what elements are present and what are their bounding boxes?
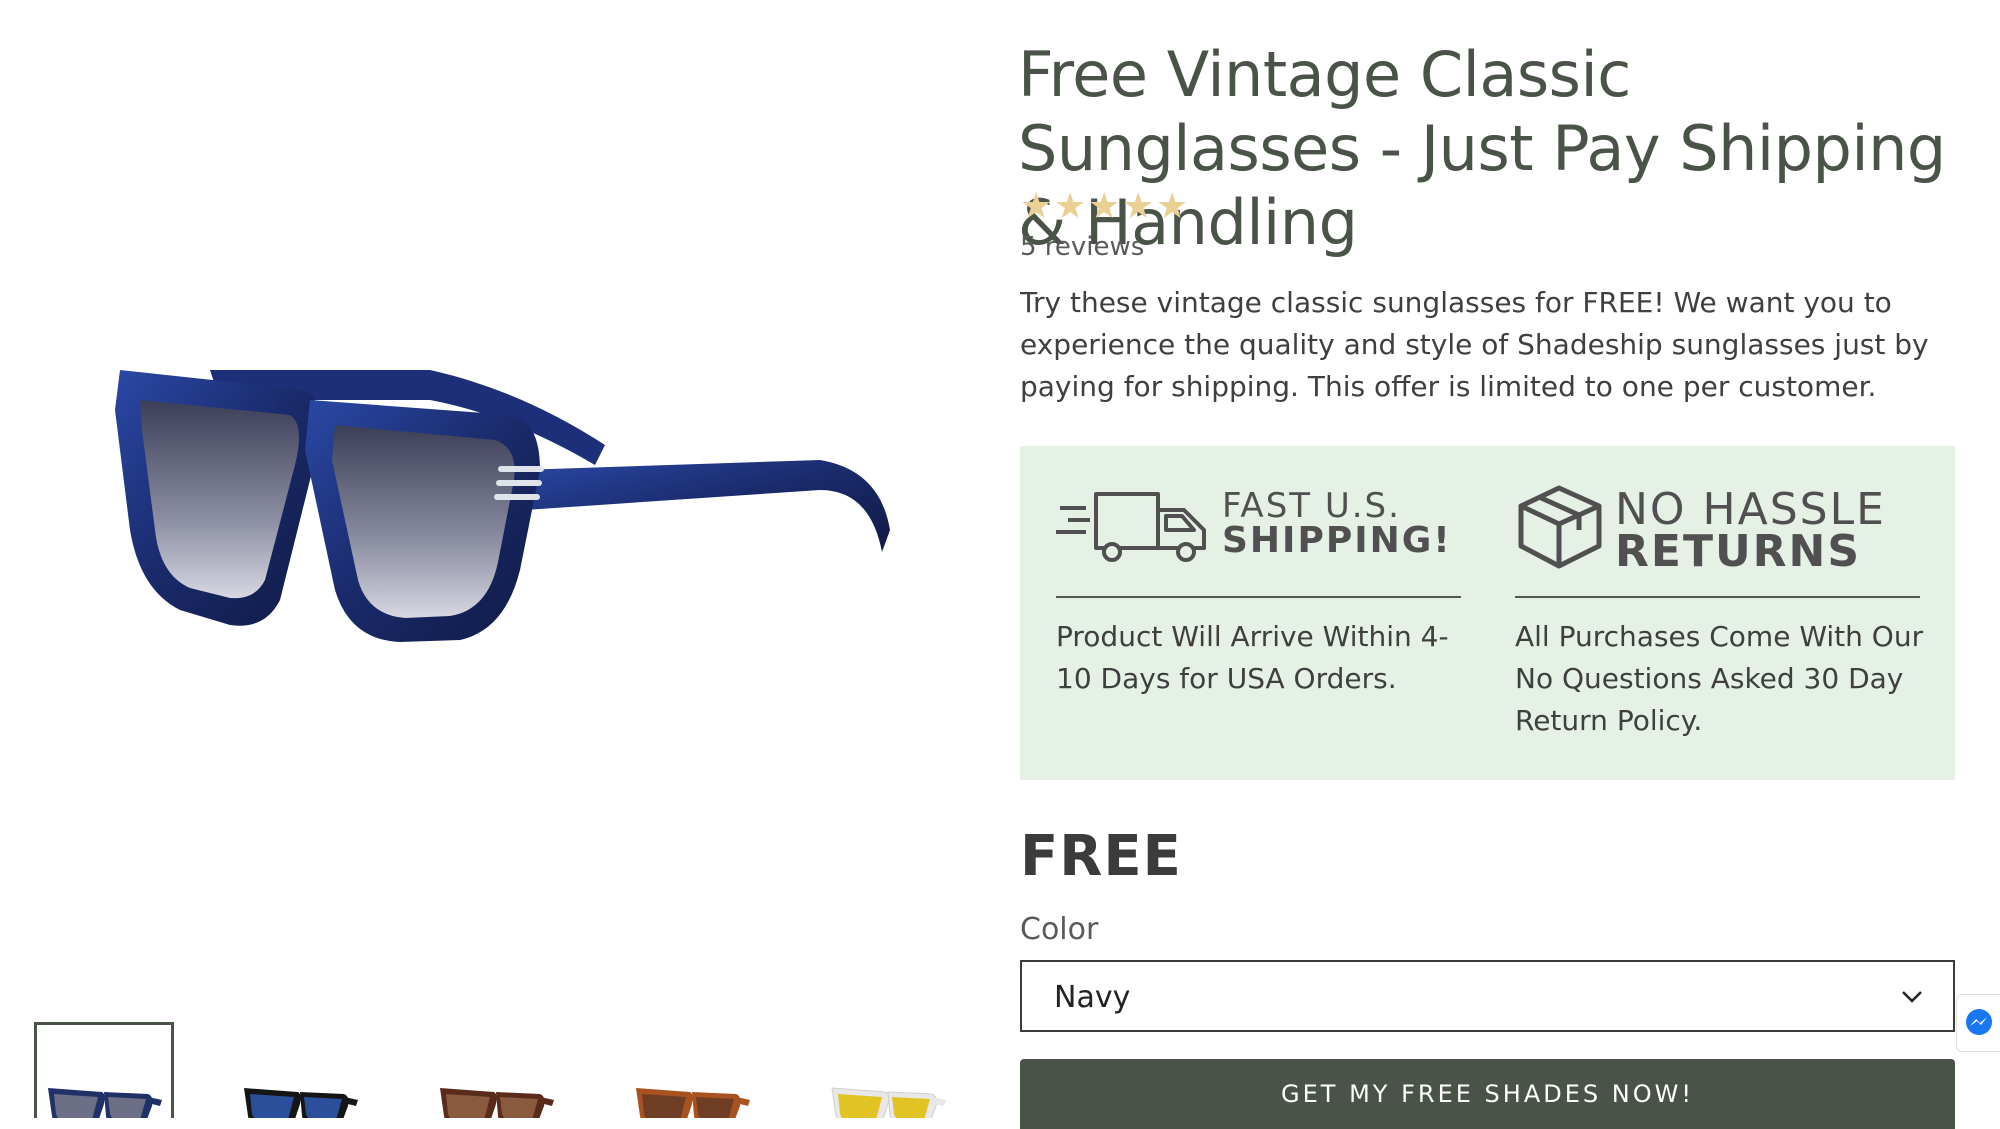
sunglasses-thumb-navy bbox=[48, 1088, 162, 1118]
star-icon: ★ bbox=[1020, 185, 1053, 226]
sunglasses-image bbox=[115, 370, 890, 642]
benefit-returns: NO HASSLE RETURNS All Purchases Come Wit… bbox=[1515, 446, 1925, 780]
benefit-shipping: FAST U.S. SHIPPING! Product Will Arrive … bbox=[1056, 446, 1466, 780]
thumbnail-navy[interactable] bbox=[34, 1022, 174, 1118]
star-icon: ★ bbox=[1156, 185, 1189, 226]
shipping-text: Product Will Arrive Within 4-10 Days for… bbox=[1056, 620, 1449, 695]
messenger-icon bbox=[1966, 1009, 1992, 1035]
product-main-image[interactable] bbox=[100, 330, 900, 710]
chevron-down-icon bbox=[1902, 991, 1922, 1003]
sunglasses-thumb-brown bbox=[440, 1088, 554, 1118]
divider bbox=[1056, 596, 1461, 598]
shipping-badge-line2: SHIPPING! bbox=[1222, 520, 1452, 561]
product-description: Try these vintage classic sunglasses for… bbox=[1020, 286, 1929, 403]
star-rating[interactable]: ★ ★ ★ ★ ★ bbox=[1020, 185, 1189, 228]
color-label: Color bbox=[1020, 912, 1099, 947]
reviews-count-link[interactable]: 5 reviews bbox=[1020, 232, 1144, 262]
sunglasses-thumb-tortoise bbox=[636, 1088, 750, 1118]
box-icon bbox=[1518, 485, 1602, 569]
star-icon: ★ bbox=[1054, 185, 1087, 226]
thumbnail-brown[interactable] bbox=[426, 1022, 566, 1118]
get-free-shades-button[interactable]: GET MY FREE SHADES NOW! bbox=[1020, 1059, 1955, 1129]
shipping-badge: FAST U.S. SHIPPING! bbox=[1056, 482, 1466, 572]
thumbnail-black-blue[interactable] bbox=[230, 1022, 370, 1118]
product-price: FREE bbox=[1020, 824, 1182, 889]
color-select-value: Navy bbox=[1054, 980, 1131, 1015]
sunglasses-thumb-black-blue bbox=[244, 1088, 358, 1118]
sunglasses-thumb-white-yellow bbox=[831, 1087, 946, 1118]
divider bbox=[1515, 596, 1920, 598]
thumbnail-tortoise[interactable] bbox=[622, 1022, 762, 1118]
star-icon: ★ bbox=[1088, 185, 1121, 226]
thumbnail-strip bbox=[34, 1022, 994, 1118]
messenger-chat-button[interactable] bbox=[1956, 994, 2000, 1052]
color-select[interactable]: Navy bbox=[1020, 960, 1955, 1032]
star-icon: ★ bbox=[1122, 185, 1155, 226]
returns-text: All Purchases Come With Our No Questions… bbox=[1515, 620, 1924, 737]
returns-badge: NO HASSLE RETURNS bbox=[1515, 482, 1925, 577]
benefits-panel: FAST U.S. SHIPPING! Product Will Arrive … bbox=[1020, 446, 1955, 780]
thumbnail-white-yellow[interactable] bbox=[818, 1022, 958, 1118]
returns-badge-line2: RETURNS bbox=[1615, 526, 1862, 577]
truck-icon bbox=[1056, 492, 1206, 562]
